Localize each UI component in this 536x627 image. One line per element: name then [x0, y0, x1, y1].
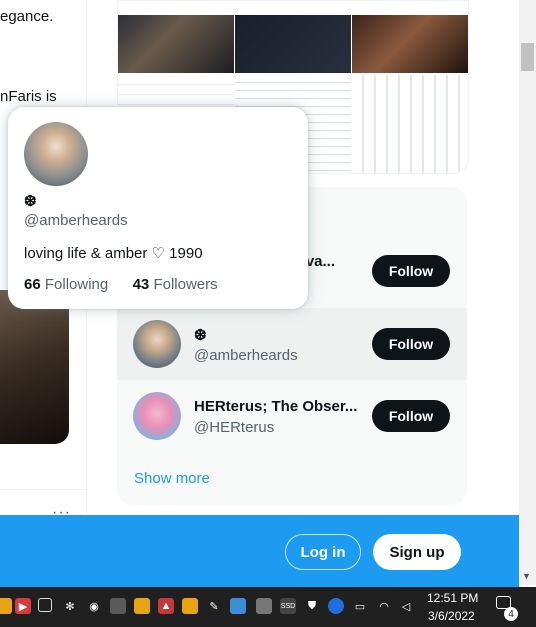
camera-icon[interactable]	[38, 598, 52, 612]
profile-name[interactable]: ❆	[24, 192, 37, 210]
clock-date[interactable]: 3/6/2022	[428, 609, 475, 623]
ssd-drive-icon[interactable]: SSD	[280, 598, 296, 614]
vlc-icon[interactable]: ▲	[158, 598, 174, 614]
battery-icon[interactable]: ▭	[352, 598, 368, 614]
login-button[interactable]: Log in	[285, 534, 361, 570]
feed-divider	[0, 489, 86, 490]
suggestion-name[interactable]: HERterus; The Obser...	[194, 398, 357, 415]
profile-hover-card: ❆ @amberheards loving life & amber ♡ 199…	[8, 107, 308, 309]
scrollbar-thumb[interactable]	[521, 43, 534, 71]
suggestion-handle: @amberheards	[194, 347, 298, 364]
feed-media-image[interactable]	[0, 290, 69, 444]
media-thumbnail[interactable]	[118, 15, 234, 73]
profile-stats: 66 Following 43 Followers	[24, 276, 218, 293]
scroll-down-arrow-icon[interactable]: ▼	[522, 571, 531, 581]
java-icon[interactable]	[134, 598, 150, 614]
record-icon[interactable]: ▶	[15, 598, 31, 614]
scrollbar-track[interactable]	[519, 0, 536, 585]
app-icon[interactable]	[110, 598, 126, 614]
feed-text-line: nFaris is	[0, 88, 57, 105]
follow-button[interactable]: Follow	[372, 328, 450, 360]
suggestion-handle: @HERterus	[194, 419, 275, 436]
feed-text-line: egance.	[0, 8, 54, 25]
grid-icon[interactable]: ✻	[62, 598, 78, 614]
photo-icon[interactable]: ✎	[206, 598, 222, 614]
follow-suggestion-row[interactable]: HERterus; The Obser... @HERterus Follow	[117, 380, 467, 452]
clock-time[interactable]: 12:51 PM	[427, 591, 478, 605]
pen-icon[interactable]	[182, 598, 198, 614]
followers-count[interactable]: 43	[133, 276, 150, 293]
signup-button[interactable]: Sign up	[373, 534, 461, 570]
avatar[interactable]	[133, 392, 181, 440]
avatar[interactable]	[24, 122, 88, 186]
monitor-icon[interactable]	[230, 598, 246, 614]
shield-icon[interactable]: ⛊	[304, 598, 320, 614]
folder-icon[interactable]	[0, 598, 12, 614]
profile-bio: loving life & amber ♡ 1990	[24, 245, 203, 262]
obs-icon[interactable]: ◉	[86, 598, 102, 614]
follow-button[interactable]: Follow	[372, 255, 450, 287]
ssd-icon[interactable]	[256, 598, 272, 614]
following-count[interactable]: 66	[24, 276, 41, 293]
show-more-link[interactable]: Show more	[134, 470, 210, 487]
media-thumbnail[interactable]	[352, 75, 468, 173]
media-thumbnail[interactable]	[235, 15, 351, 73]
media-thumbnail[interactable]	[352, 15, 468, 73]
follow-suggestion-row[interactable]: ❆ @amberheards Follow	[117, 308, 467, 380]
following-label[interactable]: Following	[45, 276, 108, 293]
suggestion-name[interactable]: ❆	[194, 326, 207, 344]
followers-label[interactable]: Followers	[153, 276, 217, 293]
wifi-icon[interactable]: ◠	[376, 598, 392, 614]
volume-icon[interactable]: ◁	[398, 598, 414, 614]
bluetooth-icon[interactable]	[328, 598, 344, 614]
avatar[interactable]	[133, 320, 181, 368]
profile-handle: @amberheards	[24, 212, 128, 229]
follow-button[interactable]: Follow	[372, 400, 450, 432]
notification-count-badge: 4	[504, 607, 518, 621]
